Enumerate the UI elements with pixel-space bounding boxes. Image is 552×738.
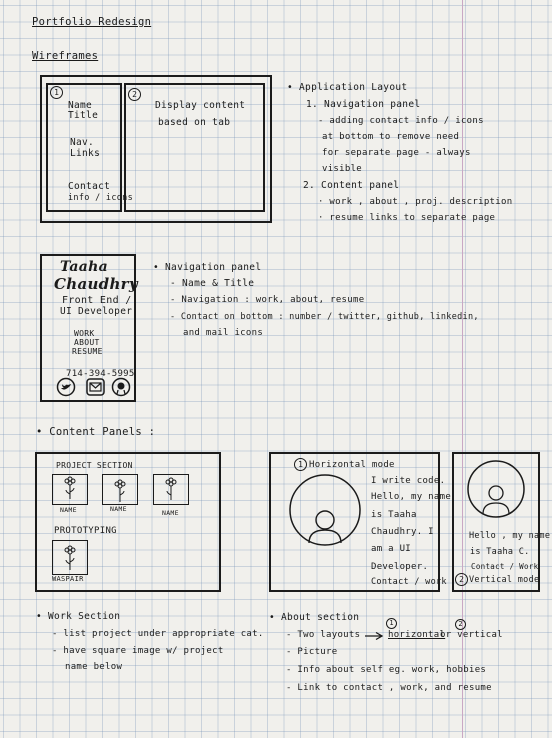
nav-contact-icons bbox=[56, 377, 131, 397]
sketch-nav-contact-2: info / icons bbox=[68, 193, 134, 203]
about-note-info: - Info about self eg. work, hobbies bbox=[286, 665, 487, 675]
work-note-1: - list project under appropriate cat. bbox=[52, 629, 264, 639]
github-icon bbox=[111, 377, 131, 397]
nav-note-0: • Navigation panel bbox=[153, 262, 262, 273]
about-note-0: • About section bbox=[269, 612, 360, 623]
avatar-icon bbox=[467, 460, 525, 518]
nav-link-resume: RESUME bbox=[72, 347, 103, 356]
nav-note-4: and mail icons bbox=[183, 328, 264, 338]
horizontal-line-4: am a UI bbox=[371, 544, 412, 554]
vertical-line-2: Contact / Work bbox=[471, 562, 539, 571]
nav-note-2: - Navigation : work, about, resume bbox=[170, 295, 365, 305]
vertical-mode-number: 2 bbox=[455, 573, 468, 586]
waspair-label: WASPAIR bbox=[52, 575, 84, 583]
section-title: Wireframes bbox=[32, 50, 99, 62]
nav-name-script-1: Taaha bbox=[60, 259, 108, 275]
work-note-2: - have square image w/ project bbox=[52, 646, 224, 656]
sketch-nav-links-2: Links bbox=[70, 148, 101, 159]
nav-title-line-2: UI Developer bbox=[60, 306, 133, 317]
twitter-icon bbox=[56, 377, 76, 397]
page-title: Portfolio Redesign bbox=[32, 16, 152, 28]
about-note-1: - Two layouts bbox=[286, 630, 361, 640]
about-note-link: - Link to contact , work, and resume bbox=[286, 683, 492, 693]
vertical-line-1: is Taaha C. bbox=[470, 547, 530, 557]
horizontal-mode-label: Horizontal mode bbox=[309, 460, 395, 470]
flower-image-icon bbox=[165, 477, 177, 500]
layout-note-2: - adding contact info / icons bbox=[318, 116, 484, 126]
horizontal-line-3: Chaudhry. I bbox=[371, 527, 434, 537]
nav-name-script-2: Chaudhry bbox=[54, 275, 138, 293]
avatar-icon bbox=[289, 474, 361, 546]
layout-note-6: 2. Content panel bbox=[303, 180, 400, 191]
nav-note-1: - Name & Title bbox=[170, 278, 255, 289]
horizontal-line-1: Hello, my name bbox=[371, 492, 452, 502]
about-note-picture: - Picture bbox=[286, 647, 338, 657]
project-name-2: NAME bbox=[110, 505, 127, 513]
horizontal-line-5: Developer. bbox=[371, 562, 429, 572]
layout-note-0: • Application Layout bbox=[287, 82, 408, 93]
layout-note-4: for separate page - always bbox=[322, 148, 471, 158]
sketch-content-line-1: Display content bbox=[155, 100, 246, 111]
content-panels-heading: • Content Panels : bbox=[36, 426, 156, 438]
horizontal-line-2: is Taaha bbox=[371, 510, 417, 520]
project-name-3: NAME bbox=[162, 509, 179, 517]
layout-note-3: at bottom to remove need bbox=[322, 132, 460, 142]
work-note-0: • Work Section bbox=[36, 611, 121, 622]
layout-note-5: visible bbox=[322, 164, 363, 174]
horizontal-line-0: I write code. bbox=[371, 476, 446, 486]
about-note-horizontal: horizontal bbox=[388, 630, 446, 640]
arrow-right-icon bbox=[365, 631, 384, 641]
horizontal-mode-number: 1 bbox=[294, 458, 307, 471]
work-note-3: name below bbox=[65, 662, 123, 672]
flower-image-icon bbox=[114, 479, 126, 502]
project-section-label: PROJECT SECTION bbox=[56, 461, 133, 470]
about-note-vertical: or vertical bbox=[440, 630, 503, 640]
flower-image-icon bbox=[64, 476, 76, 499]
nav-note-3: - Contact on bottom : number / twitter, … bbox=[170, 312, 479, 322]
panel-number-1: 1 bbox=[50, 86, 63, 99]
vertical-line-0: Hello , my name bbox=[469, 531, 551, 541]
vertical-mode-label: Vertical mode bbox=[469, 575, 540, 585]
layout-note-8: · resume links to separate page bbox=[318, 213, 496, 223]
layout-note-1: 1. Navigation panel bbox=[306, 99, 421, 110]
sketch-nav-title: Title bbox=[68, 110, 99, 121]
horizontal-line-6: Contact / work bbox=[371, 577, 447, 587]
layout-note-7: · work , about , proj. description bbox=[318, 197, 513, 207]
panel-number-2: 2 bbox=[128, 88, 141, 101]
project-name-1: NAME bbox=[60, 506, 77, 514]
about-note-number-1: 1 bbox=[386, 618, 397, 629]
prototyping-label: PROTOTYPING bbox=[54, 526, 117, 536]
flower-image-icon bbox=[64, 545, 76, 570]
mail-icon bbox=[86, 378, 105, 396]
sketch-content-line-2: based on tab bbox=[158, 117, 231, 128]
